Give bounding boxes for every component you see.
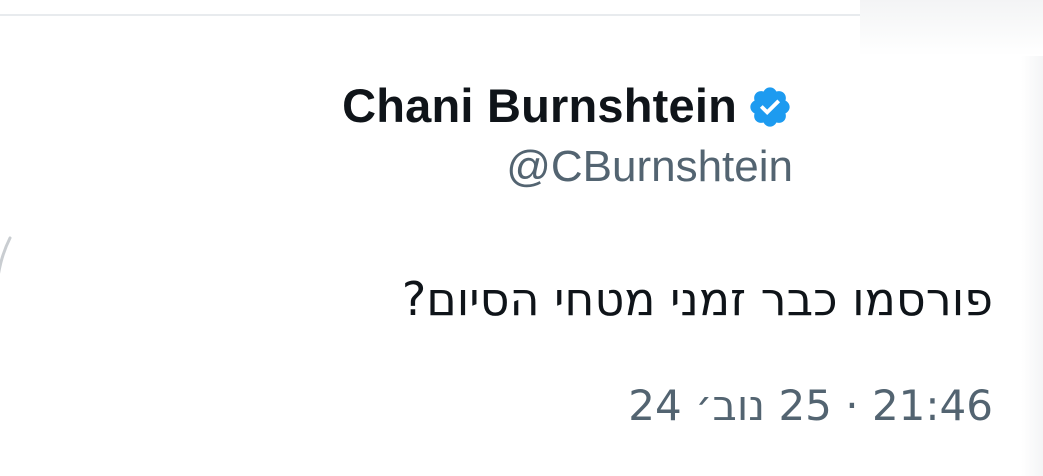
top-divider bbox=[0, 14, 860, 16]
author-handle[interactable]: @CBurnshtein bbox=[506, 140, 793, 194]
tweet-text: פורסמו כבר זמני מטחי הסיום? bbox=[401, 272, 993, 326]
tweet-screenshot: Chani Burnshtein @CBurnshtein פורסמו כבר… bbox=[0, 0, 1043, 476]
verified-badge-icon bbox=[747, 84, 793, 130]
left-edge-mark bbox=[0, 236, 12, 275]
top-shadow bbox=[860, 0, 1043, 56]
right-edge-shadow bbox=[1021, 56, 1043, 476]
tweet-timestamp[interactable]: 21:46 · 25 נוב׳ 24 bbox=[628, 376, 993, 436]
author-name-row[interactable]: Chani Burnshtein bbox=[342, 78, 793, 134]
tweet-author[interactable]: Chani Burnshtein @CBurnshtein bbox=[342, 78, 793, 194]
author-display-name[interactable]: Chani Burnshtein bbox=[342, 78, 737, 134]
